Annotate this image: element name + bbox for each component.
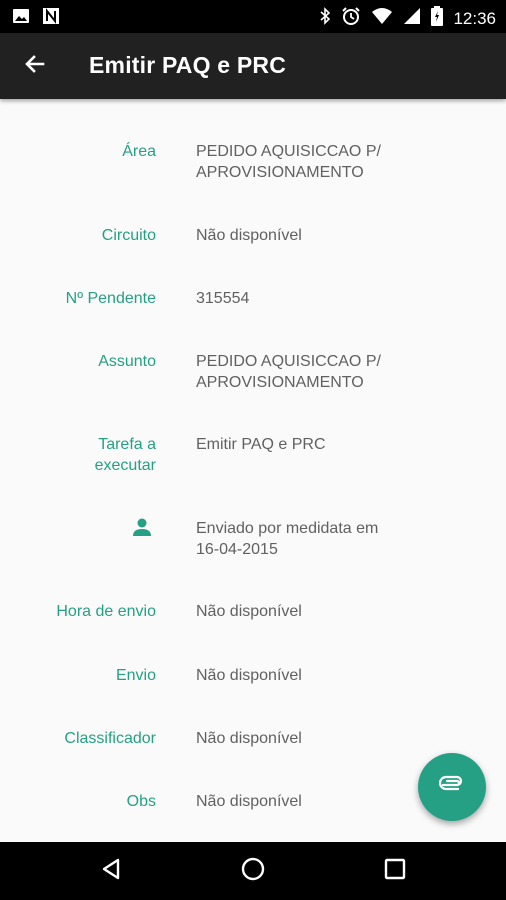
- field-value: PEDIDO AQUISICCAO P/ APROVISIONAMENTO: [196, 143, 381, 181]
- wifi-icon: [371, 7, 393, 30]
- field-label: Hora de envio: [56, 603, 156, 620]
- arrow-back-icon: [23, 52, 47, 81]
- field-value: Emitir PAQ e PRC: [196, 436, 326, 453]
- field-label: Assunto: [98, 353, 156, 370]
- cell-signal-icon: [403, 7, 421, 30]
- back-triangle-icon: [99, 857, 123, 886]
- status-left-icons: [12, 7, 60, 30]
- field-value: Não disponível: [196, 227, 302, 244]
- recents-square-icon: [383, 857, 407, 886]
- nav-back-button[interactable]: [96, 856, 126, 886]
- home-circle-icon: [240, 856, 266, 887]
- image-icon: [12, 7, 30, 30]
- field-value: Não disponível: [196, 667, 302, 684]
- field-label: Envio: [115, 667, 156, 684]
- nav-home-button[interactable]: [238, 856, 268, 886]
- page-title: Emitir PAQ e PRC: [89, 52, 287, 78]
- n-notification-icon: [42, 7, 60, 30]
- field-label: Nº Pendente: [65, 290, 156, 307]
- field-label: Circuito: [101, 227, 156, 244]
- field-value: Não disponível: [196, 603, 302, 620]
- back-button[interactable]: [18, 49, 52, 83]
- field-value: Não disponível: [196, 730, 302, 747]
- nav-recents-button[interactable]: [380, 856, 410, 886]
- app-bar: Emitir PAQ e PRC: [0, 33, 506, 99]
- field-label: Área: [122, 143, 156, 160]
- status-bar: 12:36: [0, 0, 506, 33]
- person-icon: [130, 515, 154, 544]
- details-list: Área PEDIDO AQUISICCAO P/ APROVISIONAMEN…: [0, 99, 506, 842]
- field-label: Classificador: [64, 730, 156, 747]
- field-value: Enviado por medidata em 16-04-2015: [196, 520, 379, 558]
- alarm-icon: [341, 6, 361, 31]
- battery-icon: [431, 6, 444, 31]
- field-label: Tarefa a executar: [94, 436, 156, 474]
- status-time: 12:36: [453, 8, 496, 28]
- field-value: PEDIDO AQUISICCAO P/ APROVISIONAMENTO: [196, 353, 381, 391]
- status-right-icons: 12:36: [319, 6, 496, 31]
- attachment-icon: [438, 772, 465, 803]
- field-value: 315554: [196, 290, 250, 307]
- field-label: Obs: [126, 793, 156, 810]
- system-nav-bar: [0, 842, 506, 900]
- attach-fab-button[interactable]: [418, 753, 486, 821]
- bluetooth-icon: [319, 7, 331, 30]
